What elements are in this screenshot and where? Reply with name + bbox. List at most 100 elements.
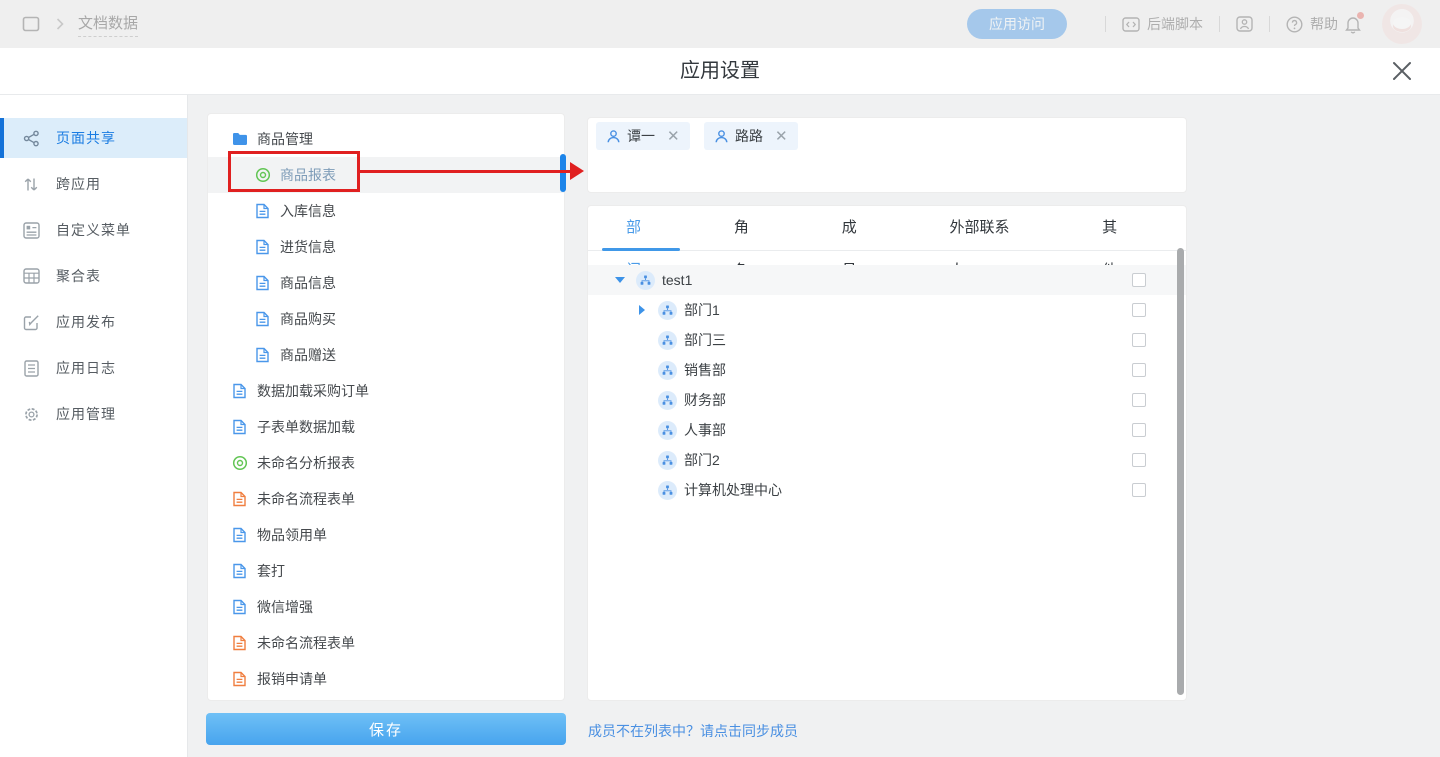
sidebar-item-label: 页面共享: [56, 128, 116, 148]
tab-department[interactable]: 部门: [602, 206, 680, 251]
form-icon: [254, 239, 271, 255]
page-label: 微信增强: [257, 597, 313, 617]
page-row[interactable]: 商品信息: [208, 265, 564, 301]
tree-label: 销售部: [684, 360, 726, 380]
sidebar-item-app-publish[interactable]: 应用发布: [0, 302, 187, 342]
page-row[interactable]: 商品购买: [208, 301, 564, 337]
page-row[interactable]: 未命名流程表单: [208, 625, 564, 661]
breadcrumb[interactable]: 文档数据: [78, 12, 138, 37]
annotation-highlight-rect: [228, 151, 360, 192]
org-icon: [658, 481, 677, 500]
remove-member-icon[interactable]: ✕: [667, 129, 680, 144]
tree-row[interactable]: 计算机处理中心: [588, 475, 1186, 505]
page-label: 未命名分析报表: [257, 453, 355, 473]
page-label: 商品购买: [280, 309, 336, 329]
chevron-right-icon: [56, 18, 64, 30]
checkbox[interactable]: [1132, 363, 1146, 377]
checkbox[interactable]: [1132, 423, 1146, 437]
page-label: 未命名流程表单: [257, 633, 355, 653]
sidebar-item-app-manage[interactable]: 应用管理: [0, 394, 187, 434]
tree-label: 人事部: [684, 420, 726, 440]
user-panel-button[interactable]: [1236, 16, 1253, 32]
tree-scrollbar-thumb[interactable]: [1177, 248, 1184, 695]
annotation-arrow-line: [360, 170, 572, 173]
log-document-icon: [22, 359, 40, 377]
swap-arrows-icon: [22, 175, 40, 193]
share-icon: [22, 129, 40, 147]
page-row[interactable]: 微信增强: [208, 589, 564, 625]
member-chip[interactable]: 路路 ✕: [704, 122, 798, 150]
department-tree: test1 部门1 部门三 销售部: [588, 251, 1186, 505]
page-row[interactable]: 子表单数据加载: [208, 409, 564, 445]
app-access-button[interactable]: 应用访问: [967, 9, 1067, 39]
sidebar-item-custom-menu[interactable]: 自定义菜单: [0, 210, 187, 250]
form-icon: [254, 203, 271, 219]
form-icon: [231, 527, 248, 543]
page-row[interactable]: 物品领用单: [208, 517, 564, 553]
page-row[interactable]: 套打: [208, 553, 564, 589]
help-button[interactable]: 帮助: [1286, 14, 1338, 34]
tree-row[interactable]: test1: [588, 265, 1186, 295]
checkbox[interactable]: [1132, 303, 1146, 317]
tree-row[interactable]: 财务部: [588, 385, 1186, 415]
page-row[interactable]: 数据加载采购订单: [208, 373, 564, 409]
sidebar-item-cross-app[interactable]: 跨应用: [0, 164, 187, 204]
help-label: 帮助: [1310, 14, 1338, 34]
top-app-bar: 文档数据 应用访问 后端脚本 帮助: [0, 0, 1440, 48]
close-icon[interactable]: [1390, 59, 1416, 85]
sidebar-item-app-log[interactable]: 应用日志: [0, 348, 187, 388]
sidebar-item-label: 应用日志: [56, 358, 116, 378]
page-row[interactable]: 未命名分析报表: [208, 445, 564, 481]
sidebar-item-aggregate-table[interactable]: 聚合表: [0, 256, 187, 296]
user-avatar[interactable]: [1382, 4, 1422, 44]
page-row[interactable]: 入库信息: [208, 193, 564, 229]
page-label: 进货信息: [280, 237, 336, 257]
caret-down-icon[interactable]: [613, 277, 627, 283]
menu-layout-icon: [22, 221, 40, 239]
checkbox[interactable]: [1132, 453, 1146, 467]
page-label: 商品赠送: [280, 345, 336, 365]
tab-other[interactable]: 其他: [1078, 206, 1156, 251]
page-label: 报销申请单: [257, 669, 327, 689]
page-row[interactable]: 进货信息: [208, 229, 564, 265]
question-circle-icon: [1286, 16, 1303, 33]
member-chip[interactable]: 谭一 ✕: [596, 122, 690, 150]
publish-icon: [22, 313, 40, 331]
form-icon: [254, 275, 271, 291]
folder-icon: [231, 132, 248, 146]
tree-row[interactable]: 部门1: [588, 295, 1186, 325]
flow-form-icon: [231, 671, 248, 687]
page-row[interactable]: 商品赠送: [208, 337, 564, 373]
selected-members-panel[interactable]: 谭一 ✕ 路路 ✕: [587, 117, 1187, 193]
checkbox[interactable]: [1132, 393, 1146, 407]
settings-sidebar: 页面共享 跨应用 自定义菜单 聚合表 应用发布 应用日志 应用管理: [0, 95, 188, 757]
tab-member[interactable]: 成员: [818, 206, 896, 251]
page-label: 入库信息: [280, 201, 336, 221]
page-label: 商品管理: [257, 129, 313, 149]
tree-row[interactable]: 部门三: [588, 325, 1186, 355]
page-row[interactable]: 未命名流程表单: [208, 481, 564, 517]
remove-member-icon[interactable]: ✕: [775, 129, 788, 144]
tab-external-contacts[interactable]: 外部联系人: [926, 206, 1049, 251]
tree-row[interactable]: 销售部: [588, 355, 1186, 385]
tab-role[interactable]: 角色: [710, 206, 788, 251]
notifications-bell-icon[interactable]: [1344, 15, 1362, 34]
app-window-icon[interactable]: [22, 16, 40, 32]
sync-members-link[interactable]: 成员不在列表中？请点击同步成员: [588, 721, 798, 741]
checkbox[interactable]: [1132, 483, 1146, 497]
checkbox[interactable]: [1132, 333, 1146, 347]
page-row[interactable]: 报销申请单: [208, 661, 564, 697]
backend-script-button[interactable]: 后端脚本: [1122, 14, 1203, 34]
save-button[interactable]: 保存: [206, 713, 566, 745]
caret-right-icon[interactable]: [635, 305, 649, 315]
org-icon: [636, 271, 655, 290]
sidebar-item-page-share[interactable]: 页面共享: [0, 118, 187, 158]
backend-script-label: 后端脚本: [1147, 14, 1203, 34]
tree-label: 部门三: [684, 330, 726, 350]
tree-label: 计算机处理中心: [684, 480, 782, 500]
tree-row[interactable]: 部门2: [588, 445, 1186, 475]
checkbox[interactable]: [1132, 273, 1146, 287]
form-icon: [231, 599, 248, 615]
tree-row[interactable]: 人事部: [588, 415, 1186, 445]
pages-scrollbar-thumb[interactable]: [560, 154, 566, 192]
